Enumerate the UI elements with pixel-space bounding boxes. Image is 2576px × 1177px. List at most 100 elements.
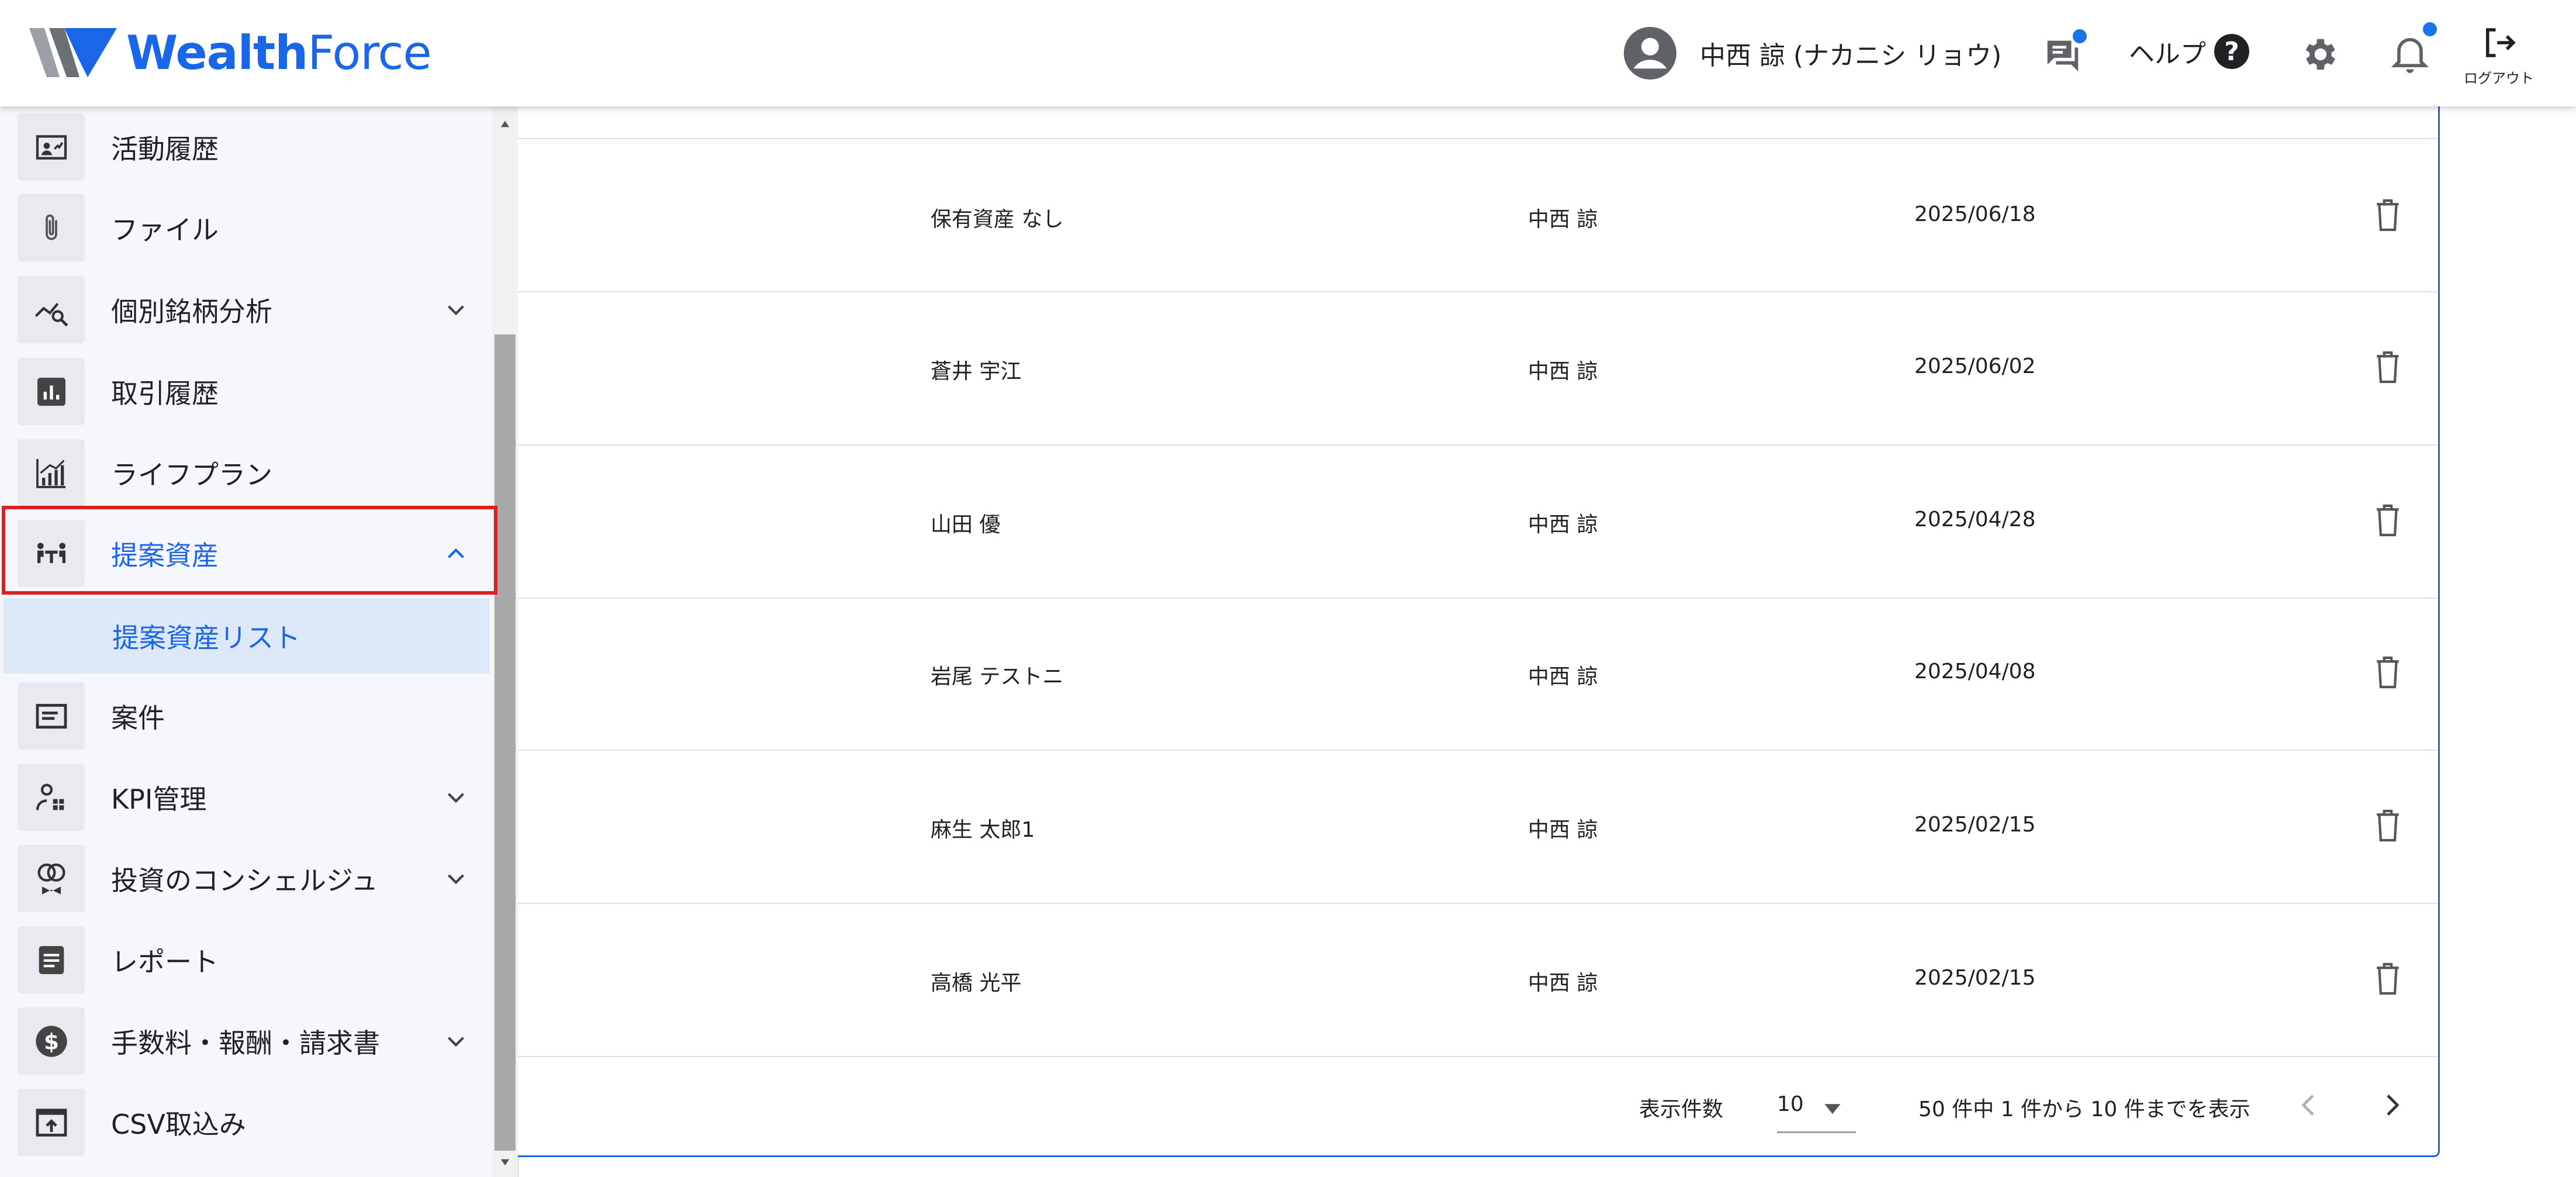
chevron-right-icon[interactable]	[2376, 1089, 2408, 1121]
trash-icon[interactable]	[2373, 503, 2402, 538]
chat-button[interactable]	[2042, 29, 2087, 75]
owner-name: 中西 諒	[1528, 513, 1598, 537]
client-name: 蒼井 宇江	[931, 360, 1022, 384]
chevron-down-icon	[448, 1036, 464, 1047]
notifications-button[interactable]	[2388, 22, 2437, 75]
user-name: 中西 諒 (ナカニシ リョウ)	[1700, 41, 2002, 71]
sidebar-item-reports[interactable]: レポート	[0, 919, 492, 1000]
sidebar-item-label: CSV取込み	[111, 1108, 246, 1140]
help-label: ヘルプ	[2129, 39, 2206, 69]
scroll-down-arrow[interactable]	[492, 1151, 518, 1174]
help-icon: ?	[2214, 34, 2249, 69]
created-date: 2025/04/08	[1914, 660, 2036, 684]
scroll-up-arrow[interactable]	[492, 112, 518, 136]
table-row[interactable]: 岩尾 テストニ 中西 諒 2025/04/08	[518, 598, 2437, 751]
sidebar-item-label: KPI管理	[111, 783, 207, 815]
sidebar-item-stock-analysis[interactable]: 個別銘柄分析	[0, 269, 492, 350]
sidebar-item-label: レポート	[111, 945, 219, 978]
sidebar-item-label: ライフプラン	[111, 458, 272, 491]
table-row[interactable]: 麻生 太郎1 中西 諒 2025/02/15	[518, 751, 2437, 904]
document-icon	[18, 926, 85, 993]
trash-icon[interactable]	[2373, 808, 2402, 843]
triangle-up-icon	[500, 120, 510, 127]
client-name: 保有資産 なし	[931, 208, 1064, 232]
created-date: 2025/02/15	[1914, 966, 2036, 990]
created-date: 2025/04/28	[1914, 508, 2036, 531]
chevron-left-icon[interactable]	[2293, 1089, 2325, 1121]
sidebar-item-cases[interactable]: 案件	[0, 675, 492, 757]
created-date: 2025/02/15	[1914, 813, 2036, 837]
chevron-down-icon	[448, 792, 464, 803]
table-row[interactable]: 山田 優 中西 諒 2025/04/28	[518, 446, 2437, 599]
dollar-icon: $	[18, 1007, 85, 1075]
sidebar-item-life-plan[interactable]: ライフプラン	[0, 432, 492, 513]
created-date: 2025/06/18	[1914, 202, 2036, 226]
chevron-down-icon	[448, 305, 464, 315]
trash-icon[interactable]	[2373, 350, 2402, 385]
owner-name: 中西 諒	[1528, 208, 1598, 232]
bar-chart-icon	[18, 358, 85, 425]
settings-button[interactable]	[2298, 34, 2339, 75]
owner-name: 中西 諒	[1528, 971, 1598, 995]
logout-icon	[2486, 28, 2516, 57]
sidebar-item-kpi[interactable]: KPI管理	[0, 757, 492, 838]
sidebar-item-label: 取引履歴	[111, 377, 219, 409]
sidebar-item-fees[interactable]: $ 手数料・報酬・請求書	[0, 1000, 492, 1082]
bell-icon	[2391, 38, 2429, 73]
logout-label: ログアウト	[2464, 70, 2534, 87]
logout-button[interactable]: ログアウト	[2464, 23, 2534, 87]
trash-icon[interactable]	[2373, 961, 2402, 996]
triangle-down-icon	[500, 1159, 510, 1166]
concierge-icon	[18, 845, 85, 912]
sidebar-item-files[interactable]: ファイル	[0, 187, 492, 268]
meeting-icon	[18, 520, 85, 587]
sidebar-item-trade-history[interactable]: 取引履歴	[0, 351, 492, 432]
sidebar-item-csv-import[interactable]: CSV取込み	[0, 1082, 492, 1163]
sidebar-item-label: 個別銘柄分析	[111, 295, 272, 327]
trash-icon[interactable]	[2373, 655, 2402, 690]
sidebar-subitem-label: 提案資産リスト	[112, 622, 300, 654]
help-button[interactable]: ヘルプ ?	[2129, 33, 2249, 70]
client-name: 高橋 光平	[931, 971, 1022, 995]
card-icon	[18, 682, 85, 750]
sidebar-item-label: 案件	[111, 702, 165, 734]
chevron-down-icon	[448, 874, 464, 884]
client-name: 麻生 太郎1	[931, 818, 1035, 842]
owner-name: 中西 諒	[1528, 360, 1598, 384]
wealthforce-logo-icon	[29, 28, 117, 77]
sidebar-item-label: ファイル	[111, 213, 219, 246]
sidebar-subitem-proposed-asset-list[interactable]: 提案資産リスト	[4, 598, 490, 674]
rows-per-page-value: 10	[1777, 1092, 1804, 1116]
trash-icon[interactable]	[2373, 198, 2402, 233]
table-row[interactable]: 蒼井 宇江 中西 諒 2025/06/02	[518, 292, 2437, 446]
growth-chart-icon	[18, 439, 85, 506]
sidebar-item-activity-history[interactable]: 活動履歴	[0, 106, 492, 188]
sidebar-item-label: 投資のコンシェルジュ	[111, 864, 378, 896]
rows-per-page-select[interactable]: 10	[1777, 1088, 1856, 1131]
caret-down-icon	[1824, 1104, 1841, 1114]
client-name: 岩尾 テストニ	[931, 665, 1064, 689]
person-stats-icon	[18, 764, 85, 831]
logo-text: WealthForce	[126, 25, 432, 80]
gear-icon	[2305, 39, 2335, 70]
account-circle-icon	[1624, 27, 1676, 80]
app-logo[interactable]: WealthForce	[29, 23, 432, 82]
paperclip-icon	[18, 194, 85, 261]
table-row[interactable]: 高橋 光平 中西 諒 2025/02/15	[518, 904, 2437, 1057]
sidebar-item-proposed-assets[interactable]: 提案資産	[0, 513, 492, 594]
sidebar-item-label: 提案資産	[111, 539, 219, 571]
table-row[interactable]: 保有資産 なし 中西 諒 2025/06/18	[518, 139, 2437, 292]
notification-dot	[2423, 22, 2437, 36]
sidebar-item-concierge[interactable]: 投資のコンシェルジュ	[0, 838, 492, 919]
sidebar-scrollbar-thumb[interactable]	[495, 334, 516, 1151]
sidebar-item-label: 活動履歴	[111, 133, 219, 165]
rows-per-page-label: 表示件数	[1639, 1097, 1724, 1121]
sidebar-item-label: 手数料・報酬・請求書	[111, 1027, 380, 1059]
client-name: 山田 優	[931, 513, 1001, 537]
user-menu[interactable]: 中西 諒 (ナカニシ リョウ)	[1624, 26, 2001, 81]
svg-text:$: $	[44, 1028, 59, 1054]
created-date: 2025/06/02	[1914, 354, 2036, 378]
chevron-up-icon	[448, 548, 464, 558]
upload-icon	[18, 1089, 85, 1156]
select-underline	[1777, 1131, 1856, 1133]
